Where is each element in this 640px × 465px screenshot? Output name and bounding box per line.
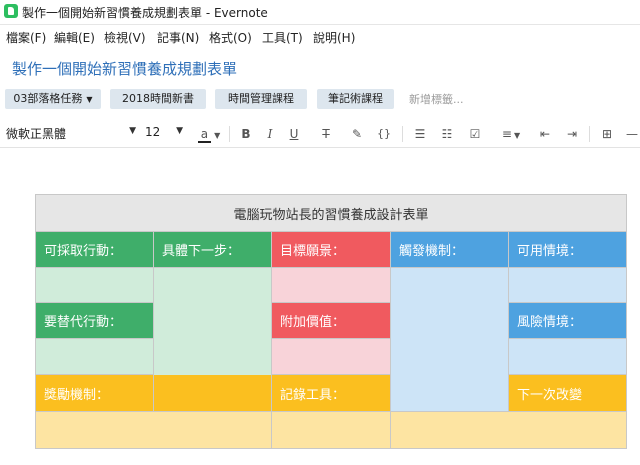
tag-row: 03部落格任務 ▼ 2018時間新書 時間管理課程 筆記術課程 新增標籤...	[0, 89, 640, 111]
menu-bar: 檔案(F) 編輯(E) 檢視(V) 記事(N) 格式(O) 工具(T) 說明(H…	[0, 25, 640, 47]
tag-chip[interactable]: 筆記術課程	[317, 89, 394, 109]
bullet-list-icon[interactable]: ☰	[410, 124, 430, 144]
cell-risk-context[interactable]: 風險情境：	[508, 302, 627, 339]
toolbar-divider	[589, 126, 590, 142]
cell-empty[interactable]	[35, 411, 272, 449]
cell-empty[interactable]	[271, 338, 391, 375]
indent-icon[interactable]: ⇥	[562, 124, 582, 144]
window-title: 製作一個開始新習慣養成規劃表單 - Evernote	[22, 6, 268, 20]
cell-actionable[interactable]: 可採取行動：	[35, 231, 154, 268]
cell-goal-vision[interactable]: 目標願景：	[271, 231, 391, 268]
notebook-selector[interactable]: 03部落格任務 ▼	[5, 89, 101, 109]
chevron-down-icon: ▼	[214, 131, 221, 140]
italic-icon[interactable]: I	[260, 124, 280, 144]
chevron-down-icon: ▼	[176, 126, 183, 136]
font-color-button[interactable]: a ▼	[195, 124, 223, 144]
highlighter-icon[interactable]: ✎	[347, 124, 367, 144]
note-title[interactable]: 製作一個開始新習慣養成規劃表單	[12, 58, 237, 79]
font-family-select[interactable]: 微軟正黑體 ▼	[2, 123, 138, 143]
table-icon[interactable]: ⊞	[597, 124, 617, 144]
cell-empty[interactable]	[271, 411, 391, 449]
cell-context[interactable]: 可用情境：	[508, 231, 627, 268]
add-tag-input[interactable]: 新增標籤...	[409, 91, 464, 107]
habit-design-table: 電腦玩物站長的習慣養成設計表單 可採取行動： 具體下一步： 目標願景： 觸發機制…	[35, 194, 627, 449]
font-size-value: 12	[145, 125, 161, 139]
menu-format[interactable]: 格式(O)	[209, 29, 252, 46]
menu-note[interactable]: 記事(N)	[157, 29, 199, 46]
menu-tools[interactable]: 工具(T)	[262, 29, 303, 46]
cell-empty[interactable]	[508, 338, 627, 375]
cell-empty[interactable]	[271, 267, 391, 303]
code-block-icon[interactable]: {}	[374, 124, 394, 144]
cell-replacement-action[interactable]: 要替代行動：	[35, 302, 154, 339]
cell-added-value[interactable]: 附加價值：	[271, 302, 391, 339]
notebook-label: 03部落格任務	[13, 92, 83, 105]
cell-record-tools[interactable]: 記錄工具：	[271, 374, 391, 412]
toolbar-divider	[229, 126, 230, 142]
cell-next-change[interactable]: 下一次改變	[508, 374, 627, 412]
chevron-down-icon: ▼	[513, 131, 521, 140]
tag-chip[interactable]: 2018時間新書	[110, 89, 206, 109]
table-header[interactable]: 電腦玩物站長的習慣養成設計表單	[35, 194, 627, 232]
outdent-icon[interactable]: ⇤	[535, 124, 555, 144]
cell-empty[interactable]	[390, 411, 627, 449]
menu-file[interactable]: 檔案(F)	[6, 29, 46, 46]
cell-trigger-content[interactable]	[390, 267, 509, 412]
evernote-icon	[4, 4, 18, 18]
menu-view[interactable]: 檢視(V)	[104, 29, 146, 46]
title-bar: 製作一個開始新習慣養成規劃表單 - Evernote	[0, 0, 640, 25]
numbered-list-icon[interactable]: ☷	[437, 124, 457, 144]
align-button[interactable]: ≡ ▼	[497, 124, 525, 144]
menu-edit[interactable]: 編輯(E)	[54, 29, 95, 46]
align-icon: ≡	[501, 127, 512, 141]
cell-next-step[interactable]: 具體下一步：	[153, 231, 272, 268]
font-size-select[interactable]: 12 ▼	[141, 123, 185, 143]
tag-chip[interactable]: 時間管理課程	[215, 89, 307, 109]
bold-icon[interactable]: B	[236, 124, 256, 144]
cell-empty[interactable]	[508, 267, 627, 303]
toolbar-divider	[402, 126, 403, 142]
cell-trigger[interactable]: 觸發機制：	[390, 231, 509, 268]
formatting-toolbar: 微軟正黑體 ▼ 12 ▼ a ▼ B I U T ✎ {} ☰ ☷ ☑ ≡ ▼ ⇤ …	[0, 121, 640, 148]
chevron-down-icon: ▼	[86, 95, 93, 104]
menu-help[interactable]: 說明(H)	[313, 29, 355, 46]
cell-empty[interactable]	[35, 338, 154, 375]
cell-empty[interactable]	[35, 267, 154, 303]
strikethrough-icon[interactable]: T	[316, 124, 336, 144]
font-family-value: 微軟正黑體	[6, 127, 67, 141]
chevron-down-icon: ▼	[129, 126, 136, 136]
font-color-icon: a	[197, 127, 212, 143]
horizontal-rule-icon[interactable]: —	[622, 124, 640, 144]
underline-icon[interactable]: U	[284, 124, 304, 144]
checkbox-icon[interactable]: ☑	[465, 124, 485, 144]
cell-reward[interactable]: 獎勵機制：	[35, 374, 272, 412]
